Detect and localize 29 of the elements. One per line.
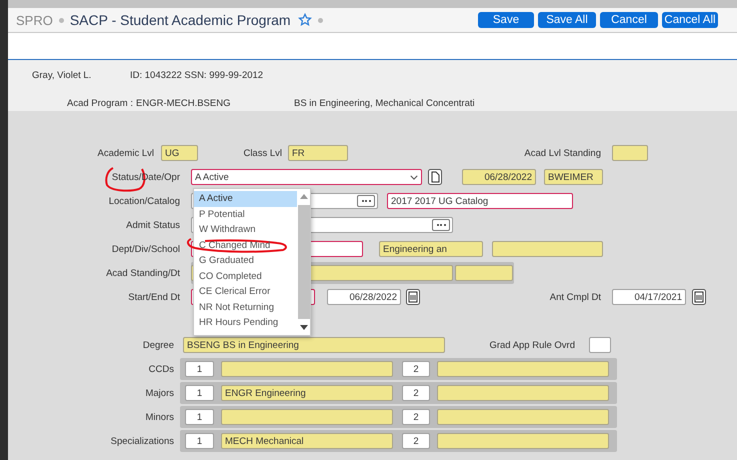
field-label: Acad Standing/Dt [105,268,180,278]
page-title: SACP - Student Academic Program [70,12,291,28]
field-label: Academic Lvl [96,148,154,158]
field-label: Ant Cmpl Dt [548,292,601,302]
field-label: Dept/Div/School [110,244,180,254]
field-label: Start/End Dt [127,292,180,302]
display-field: UG [161,145,198,161]
field-label: Admit Status [125,220,180,230]
display-field: BWEIMER [544,169,603,185]
date-field: 06/28/2022 [462,169,536,185]
field-label: Degree [142,340,174,350]
display-field: BSENG BS in Engineering [183,337,445,353]
student-id: ID: 1043222 SSN: 999-99-2012 [130,70,264,81]
field-label: Acad Lvl Standing [523,148,601,158]
program-description: BS in Engineering, Mechanical Concentrati [294,98,475,109]
student-name: Gray, Violet L. [32,70,92,81]
field-label: Grad App Rule Ovrd [488,340,575,350]
display-field: ENGR Engineering [221,385,393,401]
display-field: FR [288,145,348,161]
display-field: MECH Mechanical [221,433,393,449]
field-label: Majors [144,388,174,398]
field-label: Acad Program : [67,98,134,109]
field-label: Location/Catalog [108,196,180,206]
field-label: Class Lvl [242,148,282,158]
program-code: ENGR-MECH.BSENG [136,98,232,109]
field-label: Specializations [110,436,174,446]
field-label: Minors [144,412,174,422]
display-field: Engineering an [379,241,483,257]
field-label: CCDs [148,364,174,374]
